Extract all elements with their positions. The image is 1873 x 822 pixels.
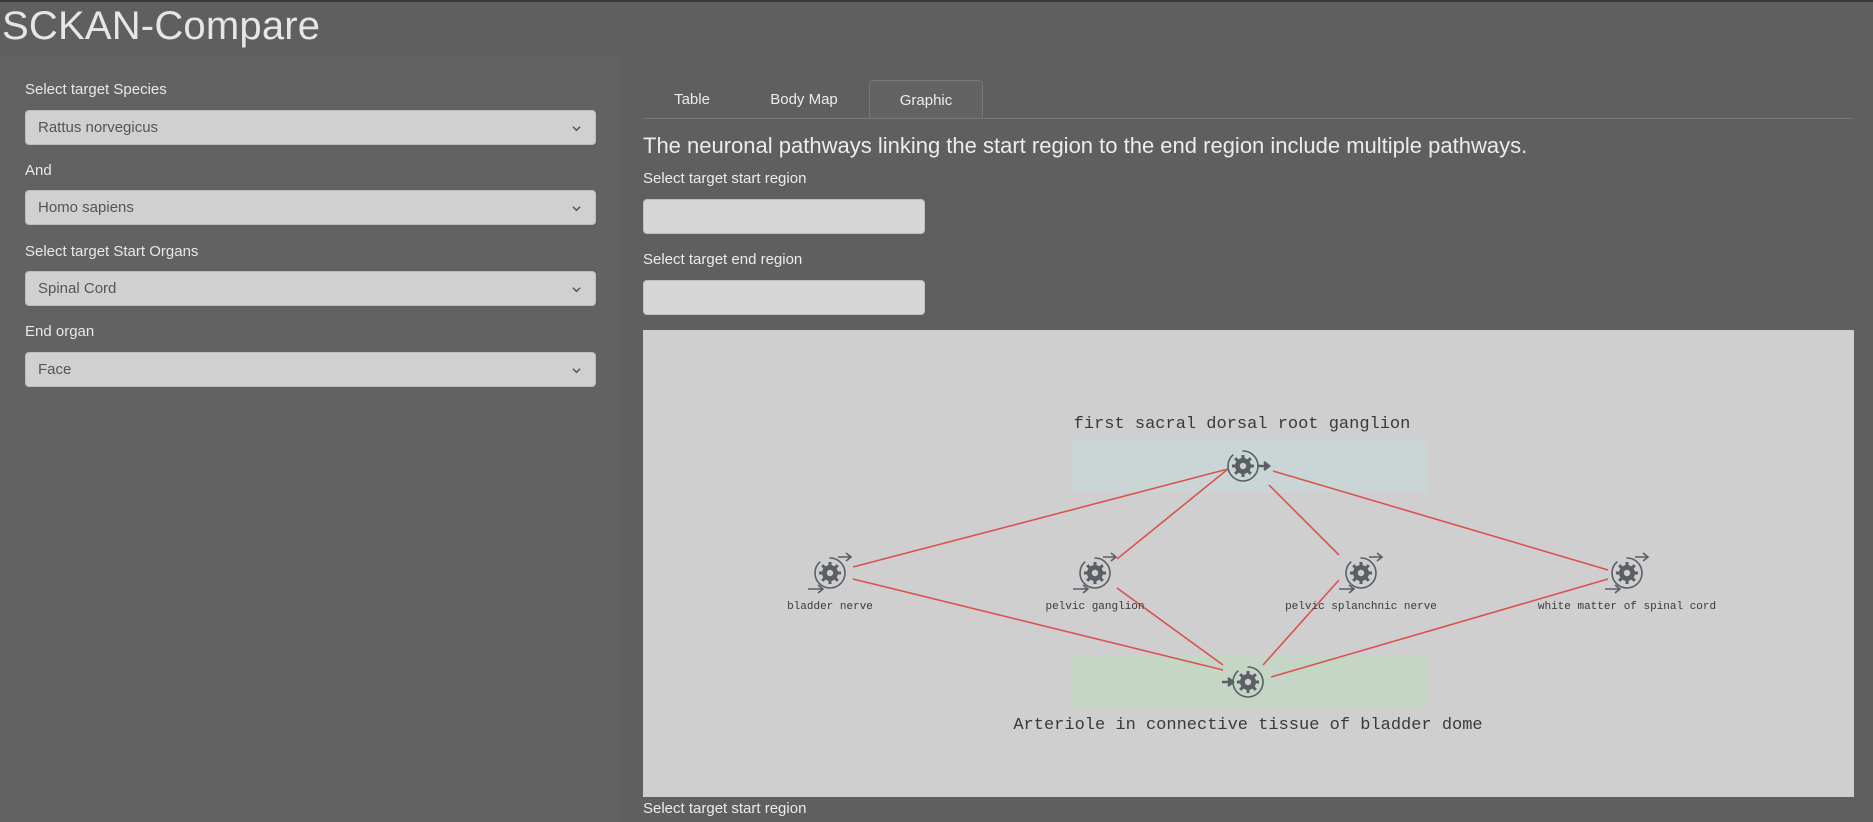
edge-white-matter-end xyxy=(1270,578,1609,678)
pathway-edges xyxy=(852,468,1609,678)
compare-species-select-value: Homo sapiens xyxy=(38,199,134,216)
tabs-divider xyxy=(643,118,1853,119)
chevron-down-icon xyxy=(572,287,581,293)
compare-species-select[interactable]: Homo sapiens xyxy=(25,190,596,225)
chevron-down-icon xyxy=(572,126,581,132)
edge-start-bladder-nerve xyxy=(852,468,1229,568)
start-region-input[interactable] xyxy=(643,199,925,234)
start-region-label: Select target start region xyxy=(643,170,807,187)
end-region-label: Select target end region xyxy=(643,251,803,268)
edge-start-pelvic-splanchnic xyxy=(1268,484,1340,556)
white-matter-label: white matter of spinal cord xyxy=(1538,601,1716,613)
start-organs-label: Select target Start Organs xyxy=(25,243,199,260)
pelvic-splanchnic-nerve-gear-icon[interactable] xyxy=(1339,552,1384,594)
white-matter-gear-icon[interactable] xyxy=(1605,552,1650,594)
bladder-nerve-gear-icon[interactable] xyxy=(808,552,853,594)
start-organs-select-value: Spinal Cord xyxy=(38,280,117,297)
species-select[interactable]: Rattus norvegicus xyxy=(25,110,596,145)
end-organ-select-value: Face xyxy=(38,361,72,378)
end-organ-label: End organ xyxy=(25,323,95,340)
pelvic-splanchnic-nerve-label: pelvic splanchnic nerve xyxy=(1285,601,1437,613)
bladder-nerve-label: bladder nerve xyxy=(787,601,873,613)
start-organs-select[interactable]: Spinal Cord xyxy=(25,271,596,306)
window-top-border xyxy=(0,0,1873,2)
tab-table[interactable]: Table xyxy=(660,80,724,119)
species-label: Select target Species xyxy=(25,81,167,98)
compare-species-label: And xyxy=(25,162,52,179)
end-node-label: Arteriole in connective tissue of bladde… xyxy=(1013,716,1482,735)
end-organ-select[interactable]: Face xyxy=(25,352,596,387)
tab-graphic[interactable]: Graphic xyxy=(869,80,983,119)
edge-pelvic-ganglion-end xyxy=(1116,587,1224,666)
chevron-down-icon xyxy=(572,206,581,212)
pelvic-ganglion-gear-icon[interactable] xyxy=(1073,552,1118,594)
pelvic-ganglion-label: pelvic ganglion xyxy=(1045,601,1144,613)
bottom-start-region-label: Select target start region xyxy=(643,800,807,817)
start-node-label: first sacral dorsal root ganglion xyxy=(1074,415,1411,434)
species-select-value: Rattus norvegicus xyxy=(38,119,159,136)
chevron-down-icon xyxy=(572,368,581,374)
sidebar xyxy=(0,57,619,822)
edge-pelvic-splanchnic-end xyxy=(1262,579,1340,666)
pathway-graph: first sacral dorsal root ganglion bladde… xyxy=(643,330,1854,797)
end-region-input[interactable] xyxy=(643,280,925,315)
tab-body-map[interactable]: Body Map xyxy=(756,80,852,119)
pathway-graph-svg: first sacral dorsal root ganglion bladde… xyxy=(787,415,1716,735)
edge-start-white-matter xyxy=(1272,470,1609,571)
app-title: SCKAN-Compare xyxy=(2,4,321,48)
pathways-headline: The neuronal pathways linking the start … xyxy=(643,133,1528,158)
